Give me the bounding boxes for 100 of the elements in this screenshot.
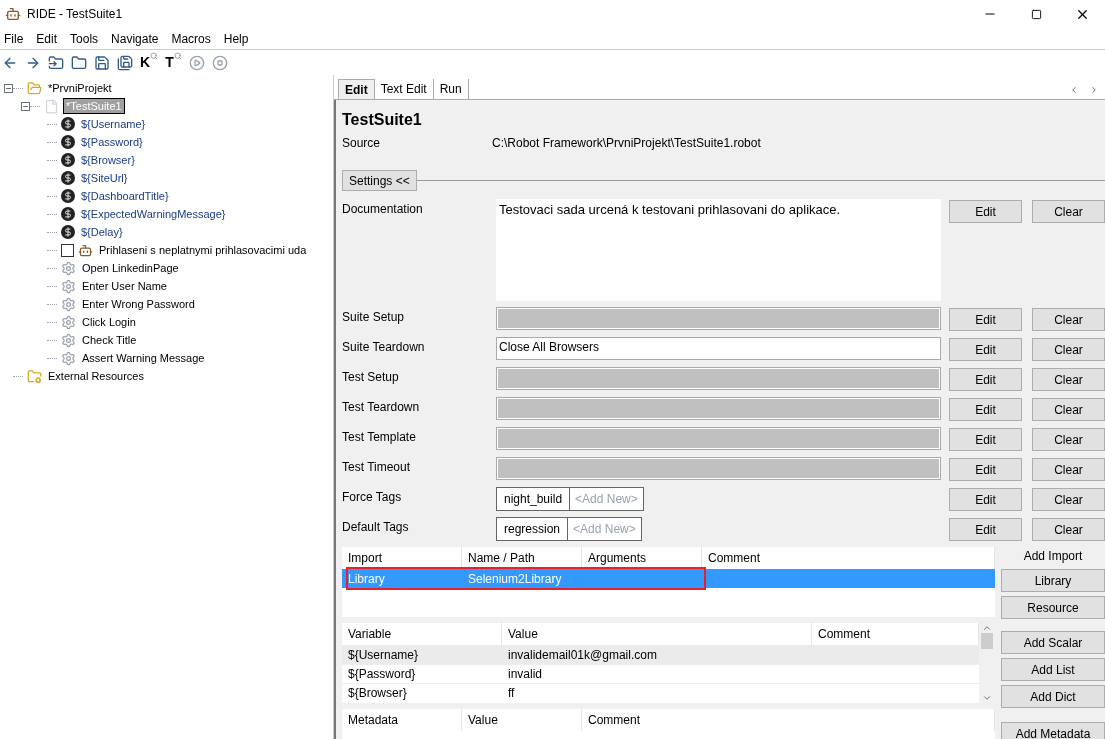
gear-icon: [61, 314, 76, 330]
clear-button[interactable]: Clear: [1032, 518, 1105, 541]
tree-item[interactable]: ${Browser}: [79, 151, 137, 169]
tree-item[interactable]: External Resources: [46, 367, 146, 385]
table-cell-text: ff: [507, 685, 516, 702]
column-header: Comment: [582, 709, 995, 731]
clear-button[interactable]: Clear: [1032, 308, 1105, 331]
tab[interactable]: Run: [433, 79, 469, 99]
setting-field[interactable]: Close All Browsers: [496, 337, 941, 360]
setting-field[interactable]: [496, 427, 941, 450]
clear-button[interactable]: Clear: [1032, 428, 1105, 451]
edit-button[interactable]: Edit: [949, 338, 1022, 361]
setting-field[interactable]: [496, 457, 941, 480]
tag[interactable]: regression: [496, 517, 569, 541]
menu-item[interactable]: Help: [223, 29, 249, 48]
dollar-icon: [61, 153, 75, 167]
tree-item[interactable]: Assert Warning Message: [80, 349, 207, 367]
table-cell-text: ${Password}: [347, 666, 417, 683]
toolbar-button[interactable]: K: [140, 52, 159, 73]
add-variable-button[interactable]: Add Scalar: [1001, 631, 1105, 654]
edit-button[interactable]: Edit: [949, 368, 1022, 391]
robot-icon: [78, 242, 93, 258]
collapse-icon[interactable]: [21, 101, 30, 111]
tree-item[interactable]: Enter Wrong Password: [80, 295, 197, 313]
column-header: Value: [462, 709, 582, 731]
setting-label: Test Teardown: [342, 399, 421, 416]
menu-item[interactable]: Macros: [171, 29, 211, 48]
toolbar-button[interactable]: T: [165, 52, 182, 73]
table-cell-text: invalid: [507, 666, 544, 683]
table-cell-text: ${Username}: [347, 646, 420, 664]
tab[interactable]: Text Edit: [374, 79, 434, 99]
tree-item[interactable]: Click Login: [80, 313, 138, 331]
search-icon: [150, 52, 159, 60]
column-header: Metadata: [342, 709, 462, 731]
dollar-icon: [61, 135, 75, 149]
add-variable-button[interactable]: Add Dict: [1001, 685, 1105, 708]
scroll-left-icon[interactable]: [1069, 85, 1079, 95]
settings-toggle-button[interactable]: Settings <<: [342, 170, 417, 191]
menu-item[interactable]: Tools: [70, 29, 99, 48]
collapse-icon[interactable]: [4, 83, 13, 93]
dollar-icon: [61, 171, 75, 185]
maximize-icon: [1030, 8, 1042, 20]
field-label: Source: [342, 135, 382, 152]
setting-field[interactable]: [496, 397, 941, 420]
add-metadata-button[interactable]: Add Metadata: [1001, 722, 1105, 739]
tree-item[interactable]: ${ExpectedWarningMessage}: [79, 205, 228, 223]
setting-field[interactable]: [496, 307, 941, 330]
clear-button[interactable]: Clear: [1032, 368, 1105, 391]
checkbox[interactable]: [61, 243, 74, 257]
add-variable-button[interactable]: Add List: [1001, 658, 1105, 681]
folder-icon[interactable]: [71, 54, 87, 71]
tree-item[interactable]: Enter User Name: [80, 277, 169, 295]
menu-item[interactable]: Navigate: [111, 29, 159, 48]
folder-arrow-icon[interactable]: [48, 54, 64, 71]
clear-button[interactable]: Clear: [1032, 338, 1105, 361]
folder-gear-icon: [27, 368, 42, 384]
dollar-icon: [61, 207, 75, 221]
tree-item[interactable]: Prihlaseni s neplatnymi prihlasovacimi uda: [97, 241, 309, 259]
tree-item[interactable]: Check Title: [80, 331, 139, 349]
tree-item[interactable]: Open LinkedinPage: [80, 259, 181, 277]
section-caption: Add Import: [1022, 548, 1084, 565]
clear-button[interactable]: Clear: [1032, 458, 1105, 481]
tree-item[interactable]: ${SiteUrl}: [79, 169, 130, 187]
dollar-icon: [61, 117, 75, 131]
edit-button[interactable]: Edit: [949, 518, 1022, 541]
menu-item[interactable]: File: [4, 29, 24, 48]
tree-item[interactable]: ${Username}: [79, 115, 148, 133]
edit-button[interactable]: Edit: [949, 200, 1022, 223]
menu-item[interactable]: Edit: [36, 29, 58, 48]
edit-button[interactable]: Edit: [949, 428, 1022, 451]
setting-field[interactable]: [496, 367, 941, 390]
setting-label: Suite Setup: [342, 309, 406, 326]
tree-item[interactable]: ${Password}: [79, 133, 145, 151]
gear-icon: [61, 278, 76, 294]
documentation-field[interactable]: Testovaci sada urcená k testovani prihlasovani do aplikace.: [496, 199, 941, 301]
setting-label: Default Tags: [342, 519, 410, 536]
add-import-button[interactable]: Resource: [1001, 596, 1105, 619]
scroll-up-icon[interactable]: [982, 623, 992, 633]
scrollbar-thumb[interactable]: [981, 633, 993, 649]
scroll-right-icon[interactable]: [1089, 85, 1099, 95]
table-cell-text: Library: [347, 570, 386, 588]
tree-item[interactable]: *PrvniProjekt: [46, 79, 114, 97]
table-row[interactable]: ${Browser} ff: [342, 683, 979, 702]
clear-button[interactable]: Clear: [1032, 200, 1105, 223]
clear-button[interactable]: Clear: [1032, 488, 1105, 511]
search-icon: [173, 52, 182, 60]
edit-button[interactable]: Edit: [949, 458, 1022, 481]
suite-title: TestSuite1: [342, 110, 423, 130]
scroll-down-icon[interactable]: [982, 693, 992, 703]
tree-item[interactable]: ${DashboardTitle}: [79, 187, 171, 205]
add-import-button[interactable]: Library: [1001, 569, 1105, 592]
edit-button[interactable]: Edit: [949, 308, 1022, 331]
edit-button[interactable]: Edit: [949, 488, 1022, 511]
tag[interactable]: night_build: [496, 487, 571, 511]
tab[interactable]: Edit: [338, 79, 375, 99]
tree-item[interactable]: ${Delay}: [79, 223, 125, 241]
clear-button[interactable]: Clear: [1032, 398, 1105, 421]
table-row[interactable]: ${Password} invalid: [342, 664, 979, 683]
edit-button[interactable]: Edit: [949, 398, 1022, 421]
table-row[interactable]: ${Username} invalidemail01k@gmail.com: [342, 645, 979, 664]
